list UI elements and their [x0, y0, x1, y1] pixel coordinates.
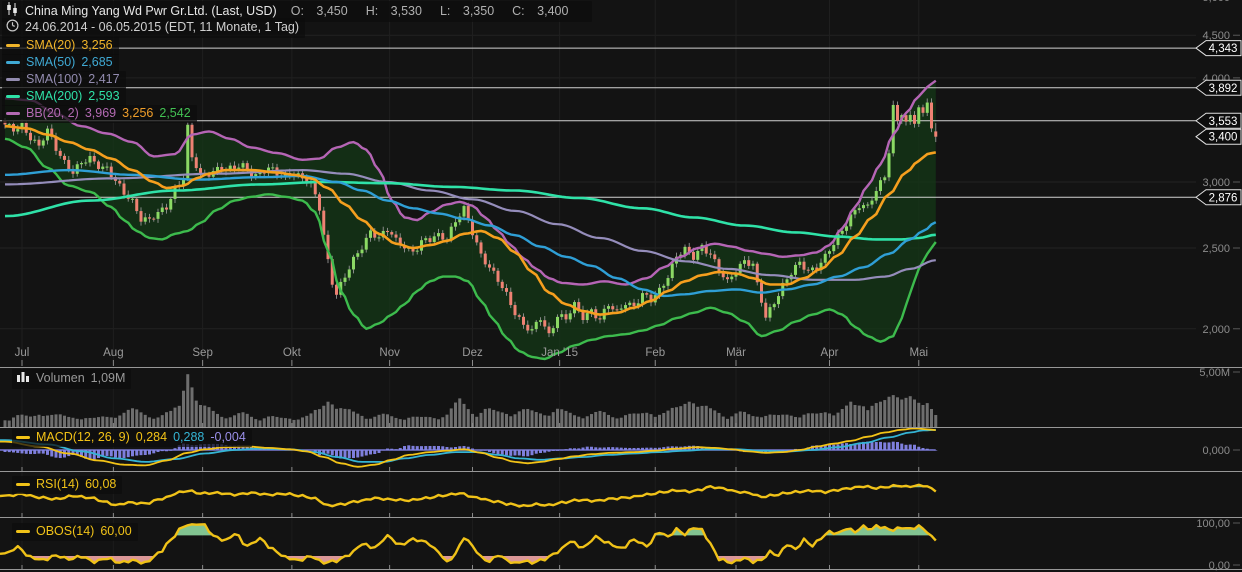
sma50-value: 2,685 — [81, 55, 113, 69]
close-value: 3,400 — [537, 3, 569, 18]
price-tag-4,343: 4,343 — [1195, 40, 1242, 57]
svg-text:Dez: Dez — [462, 347, 483, 359]
macd-hist-value: -0,004 — [210, 430, 246, 444]
svg-text:Sep: Sep — [192, 347, 212, 359]
svg-text:Aug: Aug — [103, 347, 123, 359]
legend-rsi[interactable]: RSI(14) 60,08 — [12, 476, 123, 494]
svg-text:Okt: Okt — [283, 347, 302, 359]
sma200-value: 2,593 — [88, 89, 120, 103]
price-tag-3,400: 3,400 — [1195, 128, 1242, 145]
price-tag-2,876: 2,876 — [1195, 189, 1242, 206]
legend-sma50[interactable]: SMA(50) 2,685 — [2, 54, 119, 72]
price-tag-3,892: 3,892 — [1195, 79, 1242, 96]
bollinger-lower-value: 2,542 — [159, 106, 191, 120]
obos-swatch-icon — [16, 530, 30, 533]
legend-obos[interactable]: OBOS(14) 60,00 — [12, 523, 138, 541]
volume-label: Volumen — [36, 371, 85, 385]
sma20-label: SMA(20) — [26, 38, 76, 52]
bollinger-middle-value: 3,256 — [122, 106, 154, 120]
macd-swatch-icon — [16, 436, 30, 439]
sma200-swatch-icon — [6, 95, 20, 98]
bollinger-label: BB(20, 2) — [26, 106, 79, 120]
macd-value: 0,284 — [135, 430, 168, 444]
clock-icon — [6, 19, 19, 36]
legend-sma20[interactable]: SMA(20) 3,256 — [2, 37, 119, 55]
svg-text:100,00: 100,00 — [1196, 518, 1230, 530]
volume-value: 1,09M — [90, 371, 126, 385]
svg-text:3,400: 3,400 — [1209, 132, 1238, 144]
legend-sma200[interactable]: SMA(200) 2,593 — [2, 88, 126, 106]
svg-text:4,343: 4,343 — [1209, 43, 1238, 55]
sma200-label: SMA(200) — [26, 89, 83, 103]
svg-text:Mär: Mär — [726, 347, 746, 359]
svg-text:2,500: 2,500 — [1202, 243, 1230, 255]
date-range-row: 24.06.2014 - 06.05.2015 (EDT, 11 Monate,… — [2, 18, 306, 38]
low-value: 3,350 — [462, 3, 495, 18]
legend-bollinger[interactable]: BB(20, 2) 3,969 3,256 2,542 — [2, 105, 197, 123]
svg-text:3,000: 3,000 — [1202, 177, 1230, 189]
svg-text:2,876: 2,876 — [1209, 192, 1238, 204]
chart-canvas[interactable]: 5,0004,5004,0003,0002,5002,0005,00M0,000… — [0, 0, 1242, 572]
obos-label: OBOS(14) — [36, 524, 95, 538]
price-tag-3,553: 3,553 — [1195, 112, 1242, 129]
sma100-value: 2,417 — [88, 72, 120, 86]
instrument-title: China Ming Yang Wd Pwr Gr.Ltd. (Last, US… — [25, 3, 277, 18]
sma50-label: SMA(50) — [26, 55, 76, 69]
sma100-swatch-icon — [6, 78, 20, 81]
svg-text:Mai: Mai — [909, 347, 928, 359]
svg-text:Apr: Apr — [821, 347, 839, 359]
svg-text:5,000: 5,000 — [1202, 0, 1230, 4]
macd-signal-value: 0,288 — [173, 430, 205, 444]
svg-text:Nov: Nov — [379, 347, 400, 359]
high-value: 3,530 — [390, 3, 422, 18]
svg-text:3,553: 3,553 — [1209, 116, 1238, 128]
sma20-value: 3,256 — [81, 38, 113, 52]
svg-text:Feb: Feb — [645, 347, 665, 359]
svg-text:3,892: 3,892 — [1209, 83, 1238, 95]
svg-text:Jul: Jul — [15, 347, 30, 359]
chart-window: 5,0004,5004,0003,0002,5002,0005,00M0,000… — [0, 0, 1242, 572]
legend-macd[interactable]: MACD(12, 26, 9) 0,284 0,288 -0,004 — [12, 429, 252, 447]
macd-label: MACD(12, 26, 9) — [36, 430, 130, 444]
svg-text:5,00M: 5,00M — [1199, 367, 1230, 379]
bollinger-upper-value: 3,969 — [84, 106, 117, 120]
legend-volume[interactable]: Volumen 1,09M — [12, 369, 132, 389]
ohlc-values: O: 3,450 H: 3,530 L: 3,350 C: 3,400 — [290, 3, 569, 18]
rsi-value: 60,08 — [85, 477, 117, 491]
rsi-label: RSI(14) — [36, 477, 80, 491]
sma50-swatch-icon — [6, 61, 20, 64]
sma100-label: SMA(100) — [26, 72, 83, 86]
legend-sma100[interactable]: SMA(100) 2,417 — [2, 71, 126, 89]
sma20-swatch-icon — [6, 44, 20, 47]
svg-text:0,00: 0,00 — [1209, 560, 1230, 572]
svg-text:0,000: 0,000 — [1202, 445, 1230, 457]
bollinger-swatch-icon — [6, 112, 20, 115]
open-value: 3,450 — [316, 3, 348, 18]
date-range: 24.06.2014 - 06.05.2015 (EDT, 11 Monate,… — [25, 20, 300, 34]
svg-text:Jan '15: Jan '15 — [541, 347, 578, 359]
obos-value: 60,00 — [100, 524, 132, 538]
volume-bars-icon — [16, 370, 30, 387]
svg-text:2,000: 2,000 — [1202, 324, 1230, 336]
rsi-swatch-icon — [16, 483, 30, 486]
